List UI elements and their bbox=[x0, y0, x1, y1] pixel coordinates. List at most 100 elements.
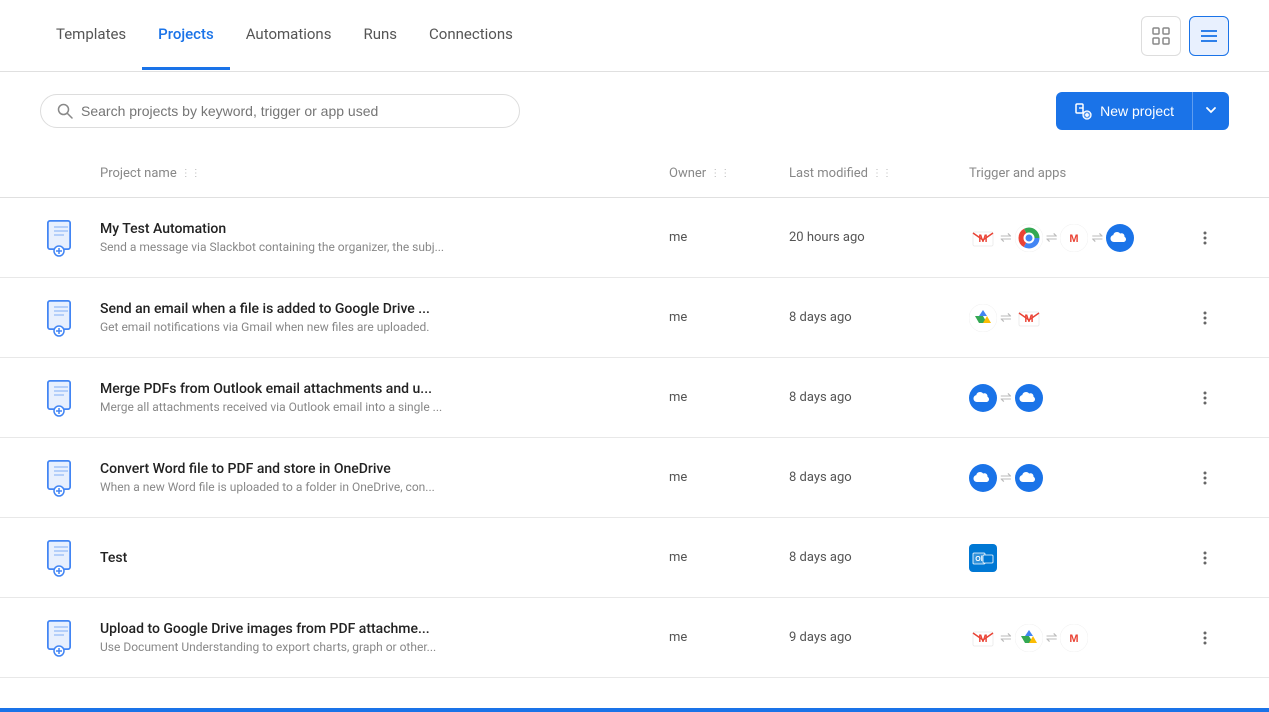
apps-cell: Ol bbox=[969, 544, 1189, 572]
more-actions bbox=[1189, 462, 1229, 494]
apps-cell: ⇌ bbox=[969, 464, 1189, 492]
owner-cell: me bbox=[669, 390, 789, 405]
new-project-button[interactable]: New project bbox=[1056, 92, 1192, 130]
modified-cell: 8 days ago bbox=[789, 310, 969, 325]
nav-tabs: Templates Projects Automations Runs Conn… bbox=[40, 1, 529, 70]
apps-cell: ⇌ M bbox=[969, 304, 1189, 332]
view-toggles bbox=[1141, 16, 1229, 56]
table-row[interactable]: My Test Automation Send a message via Sl… bbox=[0, 198, 1269, 278]
project-description: Merge all attachments received via Outlo… bbox=[100, 400, 653, 414]
tab-automations[interactable]: Automations bbox=[230, 1, 348, 70]
owner-cell: me bbox=[669, 310, 789, 325]
project-name-label: Project name bbox=[100, 166, 177, 181]
apps-cell: M ⇌ ⇌ M bbox=[969, 624, 1189, 652]
project-icon bbox=[40, 217, 82, 259]
modified-cell: 9 days ago bbox=[789, 630, 969, 645]
owner-label: Owner bbox=[669, 166, 706, 181]
new-project-label: New project bbox=[1100, 103, 1174, 119]
connector-icon: ⇌ bbox=[1000, 230, 1012, 246]
more-button[interactable] bbox=[1189, 222, 1221, 254]
owner-cell: me bbox=[669, 550, 789, 565]
drag-handle-icon: ⋮⋮ bbox=[181, 168, 201, 179]
more-button[interactable] bbox=[1189, 462, 1221, 494]
more-vertical-icon bbox=[1197, 470, 1213, 486]
project-info: Send an email when a file is added to Go… bbox=[100, 289, 669, 346]
app-icon-cloud bbox=[1106, 224, 1134, 252]
owner-cell: me bbox=[669, 230, 789, 245]
header-trigger-apps: Trigger and apps bbox=[969, 166, 1189, 181]
app-icon-gmail2: M bbox=[1060, 224, 1088, 252]
app-icon-cloud1 bbox=[969, 384, 997, 412]
table-row[interactable]: Convert Word file to PDF and store in On… bbox=[0, 438, 1269, 518]
svg-text:Ol: Ol bbox=[975, 556, 982, 563]
svg-text:M: M bbox=[1070, 233, 1079, 245]
more-actions bbox=[1189, 382, 1229, 414]
search-icon bbox=[57, 103, 73, 119]
modified-cell: 20 hours ago bbox=[789, 230, 969, 245]
search-input[interactable] bbox=[81, 103, 503, 119]
more-button[interactable] bbox=[1189, 622, 1221, 654]
new-project-icon bbox=[1074, 102, 1092, 120]
more-button[interactable] bbox=[1189, 302, 1221, 334]
search-container bbox=[40, 94, 520, 128]
app-icon-gdrive bbox=[1015, 624, 1043, 652]
project-description: Send a message via Slackbot containing t… bbox=[100, 240, 653, 254]
project-icon bbox=[40, 457, 82, 499]
header-project-name: Project name ⋮⋮ bbox=[100, 166, 669, 181]
drag-handle-icon-2: ⋮⋮ bbox=[710, 168, 730, 179]
tab-templates[interactable]: Templates bbox=[40, 1, 142, 70]
more-vertical-icon bbox=[1197, 390, 1213, 406]
more-button[interactable] bbox=[1189, 542, 1221, 574]
connector-icon: ⇌ bbox=[1000, 310, 1012, 326]
app-icon-cloud2 bbox=[1015, 384, 1043, 412]
connector-icon: ⇌ bbox=[1000, 470, 1012, 486]
list-view-button[interactable] bbox=[1189, 16, 1229, 56]
project-info: My Test Automation Send a message via Sl… bbox=[100, 209, 669, 266]
table-row[interactable]: Test me 8 days ago Ol bbox=[0, 518, 1269, 598]
tab-projects[interactable]: Projects bbox=[142, 1, 230, 70]
more-actions bbox=[1189, 542, 1229, 574]
modified-cell: 8 days ago bbox=[789, 550, 969, 565]
connector-icon: ⇌ bbox=[1046, 630, 1058, 646]
project-icon bbox=[40, 617, 82, 659]
project-info: Upload to Google Drive images from PDF a… bbox=[100, 609, 669, 666]
more-actions bbox=[1189, 622, 1229, 654]
top-nav: Templates Projects Automations Runs Conn… bbox=[0, 0, 1269, 72]
table-row[interactable]: Send an email when a file is added to Go… bbox=[0, 278, 1269, 358]
project-icon bbox=[40, 377, 82, 419]
table-row[interactable]: Upload to Google Drive images from PDF a… bbox=[0, 598, 1269, 678]
project-icon bbox=[40, 537, 82, 579]
table-row[interactable]: Merge PDFs from Outlook email attachment… bbox=[0, 358, 1269, 438]
project-name: Test bbox=[100, 550, 653, 566]
projects-table: My Test Automation Send a message via Sl… bbox=[0, 198, 1269, 678]
table-header: Project name ⋮⋮ Owner ⋮⋮ Last modified ⋮… bbox=[0, 150, 1269, 198]
project-name: Upload to Google Drive images from PDF a… bbox=[100, 621, 653, 637]
grid-view-button[interactable] bbox=[1141, 16, 1181, 56]
app-icon-gmail: M bbox=[969, 224, 997, 252]
project-description: When a new Word file is uploaded to a fo… bbox=[100, 480, 653, 494]
app-icon-gdrive bbox=[969, 304, 997, 332]
project-name: My Test Automation bbox=[100, 221, 653, 237]
apps-cell: M ⇌ ⇌ M ⇌ bbox=[969, 224, 1189, 252]
app-icon-gmail2: M bbox=[1060, 624, 1088, 652]
project-info: Test bbox=[100, 538, 669, 578]
svg-text:M: M bbox=[978, 233, 987, 245]
more-actions bbox=[1189, 302, 1229, 334]
project-info: Convert Word file to PDF and store in On… bbox=[100, 449, 669, 506]
app-icon-chrome bbox=[1015, 224, 1043, 252]
more-button[interactable] bbox=[1189, 382, 1221, 414]
owner-cell: me bbox=[669, 470, 789, 485]
toolbar: New project bbox=[0, 72, 1269, 150]
new-project-dropdown[interactable] bbox=[1192, 92, 1229, 130]
more-vertical-icon bbox=[1197, 230, 1213, 246]
svg-text:M: M bbox=[1024, 313, 1033, 325]
owner-cell: me bbox=[669, 630, 789, 645]
project-name: Send an email when a file is added to Go… bbox=[100, 301, 653, 317]
more-vertical-icon bbox=[1197, 310, 1213, 326]
tab-runs[interactable]: Runs bbox=[347, 1, 413, 70]
connector-icon: ⇌ bbox=[1000, 390, 1012, 406]
bottom-bar bbox=[0, 708, 1269, 712]
project-icon bbox=[40, 297, 82, 339]
tab-connections[interactable]: Connections bbox=[413, 1, 529, 70]
connector-icon: ⇌ bbox=[1046, 230, 1058, 246]
